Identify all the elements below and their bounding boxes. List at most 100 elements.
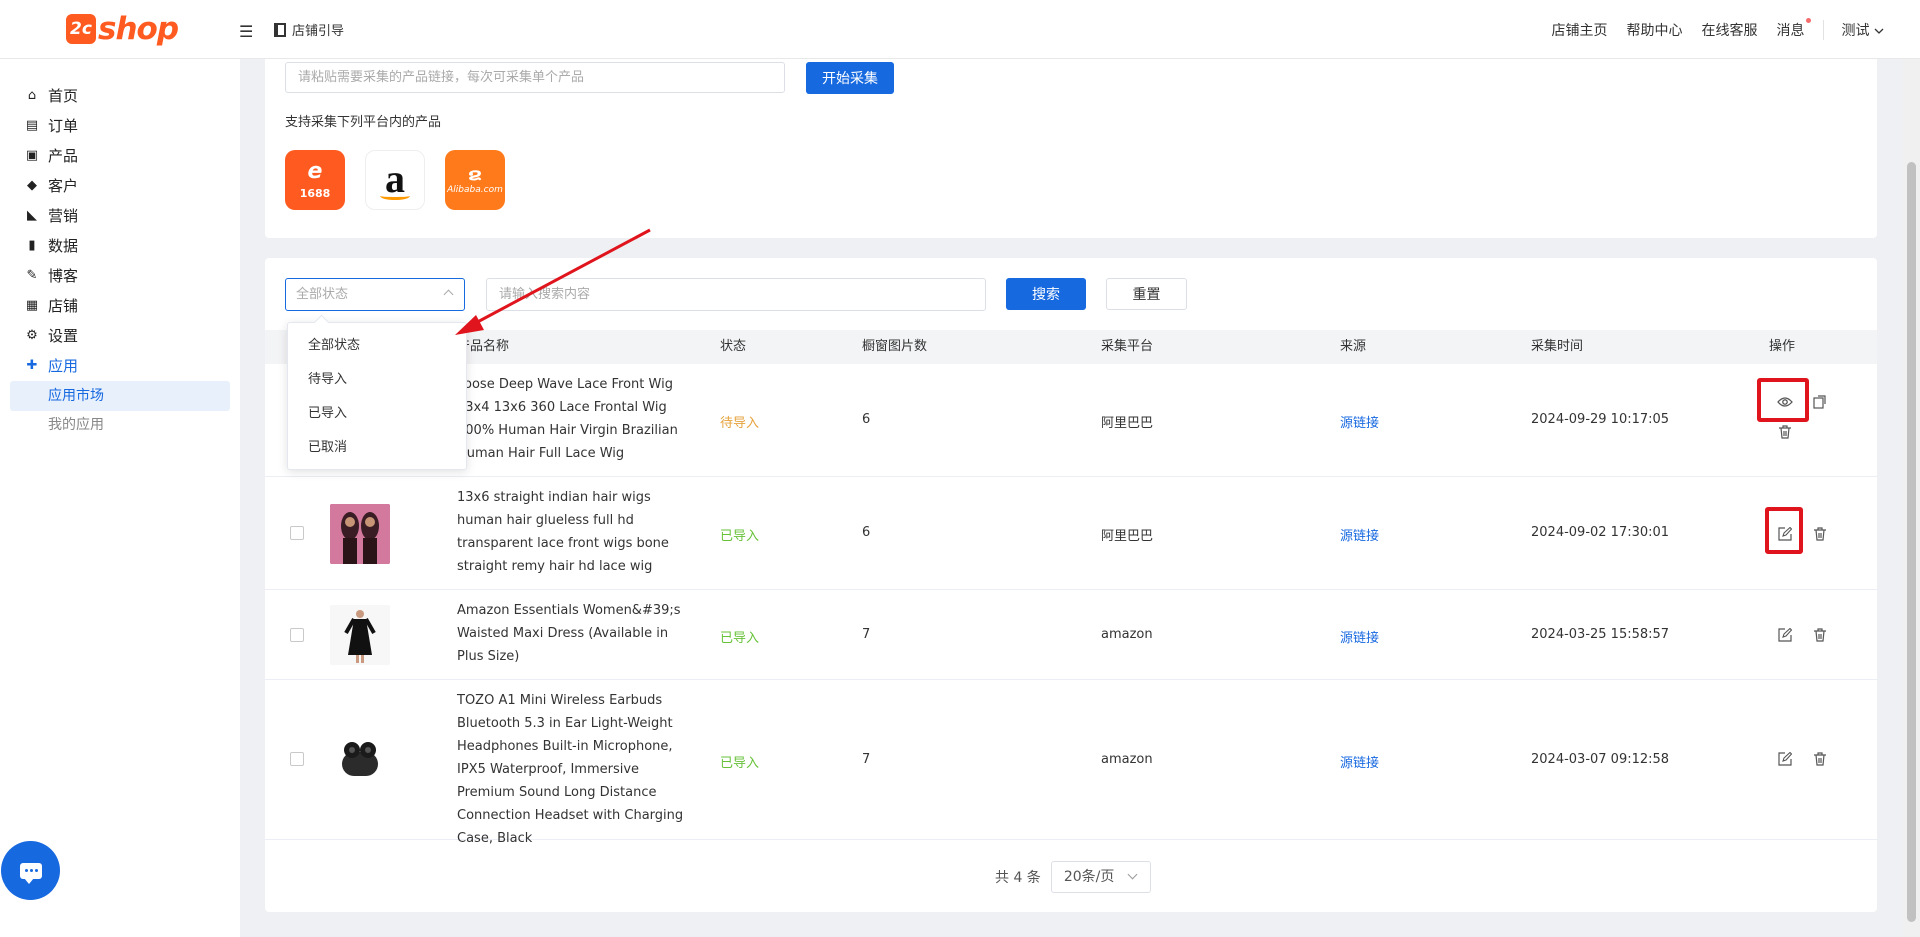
import-icon[interactable] bbox=[1812, 394, 1828, 410]
row-checkbox[interactable] bbox=[290, 628, 304, 642]
sidebar-sub-my-apps[interactable]: 我的应用 bbox=[10, 410, 230, 440]
delete-trash-icon[interactable] bbox=[1812, 751, 1828, 767]
sidebar-item-apps[interactable]: ✚ 应用 bbox=[24, 355, 78, 376]
row-checkbox[interactable] bbox=[290, 752, 304, 766]
col-collect-time: 采集时间 bbox=[1531, 339, 1584, 354]
store-home-link[interactable]: 店铺主页 bbox=[1552, 20, 1608, 40]
edit-icon[interactable] bbox=[1777, 627, 1793, 643]
edit-icon[interactable] bbox=[1777, 751, 1793, 767]
platform-alibaba-logo[interactable]: ຂ Alibaba.com bbox=[445, 150, 505, 210]
annotation-highlight-box bbox=[1765, 507, 1803, 554]
platform-1688-logo[interactable]: e 1688 bbox=[285, 150, 345, 210]
table-row: Loose Deep Wave Lace Front Wig 13x4 13x6… bbox=[265, 364, 1877, 477]
chevron-down-icon bbox=[1127, 869, 1138, 880]
col-actions: 操作 bbox=[1769, 339, 1796, 354]
collect-time: 2024-03-25 15:58:57 bbox=[1531, 627, 1670, 642]
source-link[interactable]: 源链接 bbox=[1340, 752, 1379, 771]
product-name: 13x6 straight indian hair wigs human hai… bbox=[457, 490, 669, 574]
status-option-imported[interactable]: 已导入 bbox=[288, 397, 466, 431]
bag-icon: ▣ bbox=[25, 148, 39, 163]
source-link[interactable]: 源链接 bbox=[1340, 627, 1379, 646]
logo-text: shop bbox=[98, 11, 179, 47]
store-icon: ▦ bbox=[25, 298, 39, 313]
messages-link[interactable]: 消息 bbox=[1777, 18, 1811, 40]
sidebar-sub-app-market[interactable]: 应用市场 bbox=[10, 381, 230, 411]
status-option-pending[interactable]: 待导入 bbox=[288, 363, 466, 397]
total-count: 共 4 条 bbox=[995, 870, 1041, 886]
sidebar-item-products[interactable]: ▣ 产品 bbox=[24, 145, 78, 166]
scrollbar-thumb[interactable] bbox=[1907, 162, 1916, 922]
support-platforms-text: 支持采集下列平台内的产品 bbox=[285, 115, 442, 130]
annotation-highlight-box bbox=[1757, 378, 1809, 422]
sidebar: ⌂ 首页 ▤ 订单 ▣ 产品 ◆ 客户 ◣ 营销 ▮ 数据 ✎ 博客 ▦ 店铺 ⚙ 设置 ✚ 应用 … bbox=[0, 59, 240, 937]
sidebar-item-customers[interactable]: ◆ 客户 bbox=[24, 175, 78, 196]
sidebar-item-settings[interactable]: ⚙ 设置 bbox=[24, 325, 78, 346]
online-service-link[interactable]: 在线客服 bbox=[1702, 20, 1758, 40]
status-select[interactable]: 全部状态 bbox=[285, 278, 465, 311]
scrollbar[interactable] bbox=[1903, 59, 1920, 937]
collect-card: 请粘贴需要采集的产品链接，每次可采集单个产品 开始采集 支持采集下列平台内的产品… bbox=[265, 48, 1877, 238]
sidebar-item-orders[interactable]: ▤ 订单 bbox=[24, 115, 78, 136]
col-platform: 采集平台 bbox=[1101, 339, 1154, 354]
sidebar-item-label: 产品 bbox=[48, 147, 79, 165]
row-checkbox[interactable] bbox=[290, 526, 304, 540]
page-size-select[interactable]: 20条/页 bbox=[1050, 861, 1151, 893]
amazon-smile-icon bbox=[380, 192, 410, 200]
sidebar-item-blog[interactable]: ✎ 博客 bbox=[24, 265, 78, 286]
product-list-card: 全部状态 请输入搜索内容 搜索 重置 产品名称 状态 橱窗图片数 采集平台 来源… bbox=[265, 258, 1877, 912]
sidebar-item-label: 博客 bbox=[48, 267, 79, 285]
delete-trash-icon[interactable] bbox=[1777, 424, 1793, 440]
book-icon bbox=[274, 22, 286, 37]
sidebar-item-marketing[interactable]: ◣ 营销 bbox=[24, 205, 78, 226]
source-link[interactable]: 源链接 bbox=[1340, 525, 1379, 544]
pagination: 共 4 条 20条/页 bbox=[995, 861, 1151, 893]
puzzle-icon: ✚ bbox=[26, 358, 38, 373]
sidebar-item-label: 数据 bbox=[48, 237, 79, 255]
status-badge: 待导入 bbox=[720, 416, 760, 431]
product-thumbnail bbox=[330, 605, 390, 665]
status-select-value: 全部状态 bbox=[296, 287, 349, 302]
product-name: TOZO A1 Mini Wireless Earbuds Bluetooth … bbox=[457, 693, 684, 846]
collect-platform: 阿里巴巴 bbox=[1101, 416, 1154, 431]
start-collect-button[interactable]: 开始采集 bbox=[806, 62, 894, 94]
sidebar-item-home[interactable]: ⌂ 首页 bbox=[24, 85, 78, 106]
alibaba-mark-icon: ຂ bbox=[468, 164, 482, 185]
col-source: 来源 bbox=[1340, 339, 1367, 354]
source-link[interactable]: 源链接 bbox=[1340, 412, 1379, 431]
reset-button[interactable]: 重置 bbox=[1106, 278, 1187, 310]
delete-trash-icon[interactable] bbox=[1812, 627, 1828, 643]
chevron-down-icon bbox=[1874, 28, 1884, 34]
status-option-cancelled[interactable]: 已取消 bbox=[288, 431, 466, 465]
platform-amazon-logo[interactable]: a bbox=[365, 150, 425, 210]
store-guide-link[interactable]: 店铺引导 bbox=[274, 20, 344, 39]
status-badge: 已导入 bbox=[720, 529, 760, 544]
sidebar-item-store[interactable]: ▦ 店铺 bbox=[24, 295, 78, 316]
sidebar-item-data[interactable]: ▮ 数据 bbox=[24, 235, 78, 256]
search-input[interactable]: 请输入搜索内容 bbox=[486, 278, 986, 311]
collect-time: 2024-09-29 10:17:05 bbox=[1531, 412, 1670, 427]
help-center-link[interactable]: 帮助中心 bbox=[1627, 20, 1683, 40]
chevron-up-icon bbox=[443, 289, 454, 300]
delete-trash-icon[interactable] bbox=[1812, 526, 1828, 542]
chat-button[interactable] bbox=[1, 841, 60, 900]
collect-platform: amazon bbox=[1101, 752, 1153, 767]
search-button[interactable]: 搜索 bbox=[1006, 278, 1086, 310]
sidebar-item-label: 客户 bbox=[48, 177, 79, 195]
user-menu[interactable]: 测试 bbox=[1842, 20, 1884, 40]
image-count: 6 bbox=[862, 412, 871, 427]
collect-platform: amazon bbox=[1101, 627, 1153, 642]
collect-platform: 阿里巴巴 bbox=[1101, 529, 1154, 544]
platform-label: 1688 bbox=[299, 186, 331, 200]
menu-toggle-icon[interactable]: ☰ bbox=[239, 22, 253, 41]
gear-icon: ⚙ bbox=[26, 328, 38, 343]
logo-mark: 2c bbox=[66, 14, 96, 44]
sidebar-item-label: 应用 bbox=[48, 357, 79, 375]
sidebar-item-label: 订单 bbox=[48, 117, 79, 135]
sidebar-item-label: 首页 bbox=[48, 87, 79, 105]
status-badge: 已导入 bbox=[720, 756, 760, 771]
product-thumbnail bbox=[330, 504, 390, 564]
sidebar-item-label: 营销 bbox=[48, 207, 79, 225]
product-url-input[interactable]: 请粘贴需要采集的产品链接，每次可采集单个产品 bbox=[285, 62, 785, 93]
status-option-all[interactable]: 全部状态 bbox=[288, 329, 466, 363]
logo[interactable]: 2c shop bbox=[66, 8, 179, 50]
